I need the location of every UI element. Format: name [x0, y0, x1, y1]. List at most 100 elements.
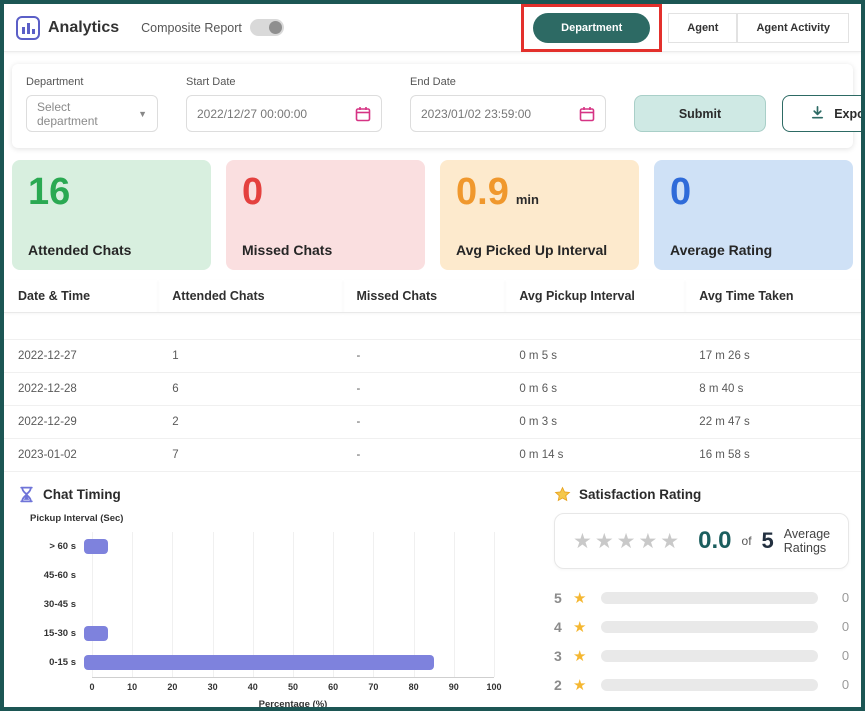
chart-x-tick-label: 80 — [408, 682, 419, 692]
rating-bar-track — [601, 591, 819, 604]
chart-x-tick-label: 40 — [247, 682, 258, 692]
stat-label: Missed Chats — [242, 242, 333, 258]
satisfaction-title: Satisfaction Rating — [554, 486, 849, 503]
hourglass-icon — [18, 486, 35, 503]
tab-agent[interactable]: Agent — [668, 12, 738, 43]
table-column-header: Avg Time Taken — [685, 280, 861, 313]
table-cell: 22 m 47 s — [685, 405, 861, 439]
end-date-input[interactable]: 2023/01/02 23:59:00 — [410, 95, 606, 132]
table-cell: - — [342, 339, 506, 373]
stat-card-avg-pickup-interval: 0.9 min Avg Picked Up Interval — [440, 160, 639, 270]
table-row: 2022-12-28 6-0 m 6 s8 m 40 s — [4, 372, 861, 406]
rating-star-level: 1 — [554, 706, 564, 708]
table-cell: 2023-01-02 — [4, 438, 159, 472]
rating-row: 2 ★ 0 — [554, 670, 849, 699]
chat-timing-title: Chat Timing — [18, 486, 494, 503]
chat-timing-panel: Chat Timing Pickup Interval (Sec) > 60 s… — [18, 486, 502, 710]
stat-value: 0.9 — [456, 171, 509, 213]
table-cell: - — [342, 372, 506, 406]
chart-bar — [84, 539, 109, 554]
chart-rows: > 60 s 45-60 s 30-45 s 15-30 s 0-15 s — [18, 532, 494, 677]
department-select[interactable]: Select department ▼ — [26, 95, 158, 132]
star-icon: ★ — [573, 676, 587, 694]
chart-bar-row: 45-60 s — [18, 561, 494, 590]
stat-value: 0 — [670, 171, 692, 213]
rating-count: 0 — [841, 648, 850, 663]
chart-bar-track — [84, 590, 486, 619]
chart-x-axis-title: Percentage (%) — [258, 699, 328, 710]
composite-report-toggle[interactable] — [249, 19, 284, 36]
chart-y-axis-title: Pickup Interval (Sec) — [30, 513, 124, 524]
rating-bar-track — [601, 678, 819, 691]
toggle-knob-icon — [268, 21, 282, 34]
chart-bar-track — [84, 561, 486, 590]
stat-card-attended-chats: 16 Attended Chats — [12, 160, 211, 270]
chart-x-axis: 0 10 20 30 40 50 60 70 80 90 100 — [89, 677, 502, 693]
tab-agent-activity[interactable]: Agent Activity — [737, 12, 849, 43]
table-row: 2023-01-02 7-0 m 14 s 16 m 58 s — [4, 438, 861, 472]
rating-row: 5 ★ 0 — [554, 583, 849, 612]
calendar-icon[interactable] — [579, 106, 595, 122]
rating-star-level: 3 — [554, 647, 562, 664]
table-row: 2022-12-29 2-0 m 3 s 22 m 47 s — [4, 405, 861, 439]
table-cell: 2022-12-27 — [4, 339, 159, 373]
brand: Analytics — [16, 15, 120, 40]
start-date-value: 2022/12/27 00:00:00 — [197, 106, 308, 121]
calendar-icon[interactable] — [355, 106, 371, 122]
rating-bar-track — [601, 649, 819, 662]
chart-bar-row: 15-30 s — [18, 619, 494, 648]
tab-department[interactable]: Department — [533, 12, 651, 43]
stat-label: Average Rating — [670, 242, 773, 258]
rating-count: 0 — [841, 677, 850, 692]
grid-line — [494, 532, 495, 677]
chart-bar-track — [84, 532, 486, 561]
stat-label: Attended Chats — [28, 242, 132, 258]
chevron-down-icon: ▼ — [138, 108, 147, 119]
table-header: Date & Time Attended Chats Missed Chats Avg… — [4, 280, 861, 313]
chart-bar-track — [84, 648, 486, 677]
start-date-field: Start Date 2022/12/27 00:00:00 — [186, 76, 382, 132]
chart-x-tick-label: 20 — [167, 682, 178, 692]
chart-category-label: 15-30 s — [43, 628, 76, 639]
rating-star-level: 5 — [554, 589, 562, 606]
table-cell: 6 — [158, 372, 343, 406]
rating-rows: 5 ★ 0 4 ★ 0 3 ★ 0 2 ★ 0 1 ★ 0 — [554, 583, 850, 708]
table-cell: 0 m 6 s — [505, 372, 686, 406]
export-button[interactable]: Export — [782, 95, 865, 132]
rating-count: 0 — [833, 706, 849, 707]
chat-timing-chart: > 60 s 45-60 s 30-45 s 15-30 s 0-15 s 0 10 20 3… — [18, 532, 502, 710]
table-cell: 16 m 58 s — [685, 438, 861, 472]
submit-button[interactable]: Submit — [634, 95, 766, 132]
analytics-logo-icon — [16, 15, 40, 40]
export-label: Export — [834, 106, 865, 121]
department-label: Department — [26, 76, 84, 88]
bottom-panels: Chat Timing Pickup Interval (Sec) > 60 s… — [4, 472, 861, 710]
rating-star-level: 4 — [554, 618, 562, 635]
stat-value: 0 — [242, 171, 264, 213]
star-icon — [554, 486, 571, 503]
table-column-header: Attended Chats — [158, 280, 343, 313]
start-date-input[interactable]: 2022/12/27 00:00:00 — [186, 95, 382, 132]
chart-category-label: 0-15 s — [49, 657, 76, 668]
table-column-header: Avg Pickup Interval — [505, 280, 686, 313]
daily-summary-table: Date & Time Attended Chats Missed Chats Avg… — [4, 280, 861, 472]
department-field: Department Select department ▼ — [26, 76, 158, 132]
rating-row: 4 ★ 0 — [554, 612, 849, 641]
report-tabs: Department Agent Agent Activity — [521, 4, 849, 52]
rating-count: 0 — [841, 619, 850, 634]
stat-label: Avg Picked Up Interval — [456, 242, 608, 258]
app-title: Analytics — [48, 18, 120, 36]
table-spacer-row — [4, 312, 861, 340]
star-icon: ★ — [573, 705, 586, 708]
rating-bar-track — [601, 620, 819, 633]
stat-card-average-rating: 0 Average Rating — [654, 160, 853, 270]
table-cell: 2022-12-28 — [4, 372, 159, 406]
rating-star-level: 2 — [554, 676, 562, 693]
header: Analytics Composite Report Department Ag… — [4, 4, 861, 52]
satisfaction-title-text: Satisfaction Rating — [579, 487, 702, 502]
table-cell: 0 m 3 s — [505, 405, 686, 439]
stat-value: 16 — [28, 171, 71, 213]
of-label: of — [741, 534, 752, 548]
star-rating-icons: ★★★★★ — [573, 529, 683, 553]
chart-bar — [84, 626, 109, 641]
